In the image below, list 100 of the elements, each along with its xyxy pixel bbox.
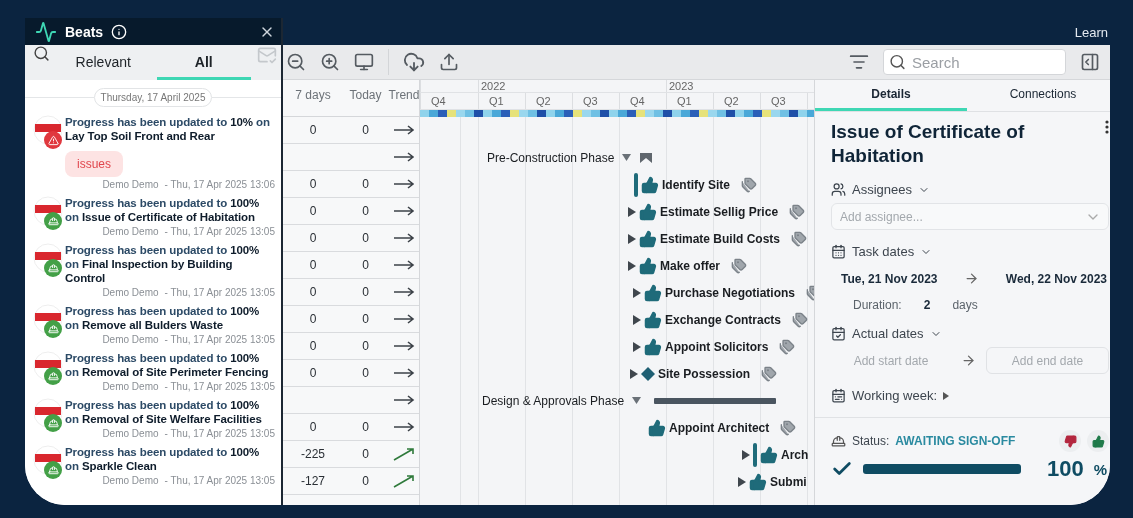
monitor-icon xyxy=(354,52,374,72)
mail-check-icon xyxy=(257,45,277,65)
info-button[interactable] xyxy=(111,23,128,40)
author-name: Demo Demo xyxy=(102,428,159,439)
table-cell-text: 0 xyxy=(308,420,318,434)
timestamp: - Thu, 17 Apr 2025 13:05 xyxy=(164,381,275,392)
search-icon xyxy=(889,53,906,71)
end-date[interactable]: Wed, 22 Nov 2023 xyxy=(1005,271,1107,286)
table-cell-text: 0 xyxy=(361,312,370,326)
task-label[interactable]: Appoint Solicitors xyxy=(665,339,769,354)
task-label[interactable]: Appoint Architect xyxy=(669,420,770,435)
task-title: Issue of Certificate of Habitation xyxy=(831,120,1026,168)
filter-button[interactable] xyxy=(849,52,869,72)
cloud-download-icon xyxy=(403,51,425,73)
table-cell-text: 0 xyxy=(361,474,370,488)
task-label[interactable]: Make offer xyxy=(660,258,721,273)
feed-tab[interactable]: Relevant xyxy=(56,45,151,80)
tags-icon[interactable] xyxy=(761,365,778,382)
tags-icon[interactable] xyxy=(789,203,806,220)
thumbs-up-icon xyxy=(648,418,666,437)
table-cell-text: 0 xyxy=(361,420,370,434)
beat-message[interactable]: Progress has been updated to 100% on Sparkle Clean xyxy=(65,445,275,473)
tags-icon[interactable] xyxy=(780,419,797,436)
tags-icon[interactable] xyxy=(741,176,757,193)
assignees-toggle[interactable]: Assignees xyxy=(831,182,930,197)
people-icon xyxy=(831,182,846,197)
thumbs-down-button[interactable] xyxy=(1059,430,1081,452)
beat-message[interactable]: Progress has been updated to 100% on Final Inspection by Building Control xyxy=(65,243,275,285)
trend-up-arrow-icon xyxy=(393,474,415,488)
thumbs-up-button[interactable] xyxy=(1087,430,1109,452)
assignee-field[interactable]: Add assignee... xyxy=(831,203,1109,230)
table-cell-text: 0 xyxy=(361,447,370,461)
thumbs-up-icon xyxy=(644,283,662,302)
tags-icon[interactable] xyxy=(792,311,809,328)
search-field[interactable]: Search xyxy=(883,49,1066,75)
zoom-out-button[interactable] xyxy=(286,52,306,72)
working-week-toggle[interactable]: Working week: xyxy=(831,388,949,403)
collapse-triangle-icon[interactable] xyxy=(632,397,642,404)
beat-message[interactable]: Progress has been updated to 10% on Lay Top Soil Front and Rear xyxy=(65,115,275,143)
panel-toggle-button[interactable] xyxy=(1080,52,1100,72)
timestamp: - Thu, 17 Apr 2025 13:06 xyxy=(164,179,275,190)
actual-dates-toggle[interactable]: Actual dates xyxy=(831,326,942,341)
task-label[interactable]: Site Possession xyxy=(658,366,751,381)
start-date-input[interactable]: Add start date xyxy=(831,347,951,374)
more-icon xyxy=(1105,120,1109,134)
thumbs-up-icon xyxy=(1091,434,1105,448)
zoom-in-icon xyxy=(320,52,340,72)
duration-value[interactable]: 2 xyxy=(923,298,931,312)
timestamp: - Thu, 17 Apr 2025 13:05 xyxy=(164,428,275,439)
task-label[interactable]: Submi xyxy=(770,474,807,489)
task-dates-toggle[interactable]: Task dates xyxy=(831,244,933,259)
thumbs-up-icon xyxy=(639,229,657,248)
table-cell-text: 0 xyxy=(361,366,370,380)
arrow-right-icon xyxy=(964,271,980,286)
tags-icon[interactable] xyxy=(791,230,808,247)
learn-link[interactable]: Learn xyxy=(1074,25,1108,40)
details-tab[interactable]: Connections xyxy=(967,80,1110,111)
task-label[interactable]: Identify Site xyxy=(662,177,730,192)
table-cell-text: 0 xyxy=(361,258,370,272)
table-cell-text: 0 xyxy=(308,258,318,272)
tags-icon[interactable] xyxy=(779,338,796,355)
milestone-diamond-icon[interactable] xyxy=(641,366,655,381)
fit-screen-button[interactable] xyxy=(354,52,374,72)
upload-button[interactable] xyxy=(439,52,459,72)
details-tab[interactable]: Details xyxy=(815,80,967,111)
phase-flag-icon[interactable] xyxy=(640,152,653,163)
task-bar[interactable] xyxy=(753,442,757,467)
thumbs-up-icon xyxy=(639,202,657,221)
task-label[interactable]: Arch xyxy=(781,447,809,462)
feed-tab[interactable]: All xyxy=(156,45,251,80)
quarter-label: Q3 xyxy=(572,93,619,109)
phase-summary-bar[interactable] xyxy=(654,397,777,404)
more-options-button[interactable] xyxy=(1105,120,1109,134)
thumbs-up-icon xyxy=(760,445,778,464)
start-date[interactable]: Tue, 21 Nov 2023 xyxy=(841,271,938,286)
search-icon xyxy=(33,45,50,62)
arrow-right-icon xyxy=(961,353,976,368)
tags-icon[interactable] xyxy=(731,257,748,274)
trend-flat-arrow-icon xyxy=(393,287,415,297)
beat-message[interactable]: Progress has been updated to 100% on Removal of Site Welfare Facilities xyxy=(65,398,275,426)
beat-message[interactable]: Progress has been updated to 100% on Removal of Site Perimeter Fencing xyxy=(65,351,275,379)
collapse-triangle-icon[interactable] xyxy=(622,154,632,161)
task-label[interactable]: Estimate Build Costs xyxy=(660,231,781,246)
task-label[interactable]: Exchange Contracts xyxy=(665,312,782,327)
column-header: 7 days xyxy=(294,88,332,102)
task-bar[interactable] xyxy=(634,172,638,197)
beat-message[interactable]: Progress has been updated to 100% on Issue of Certificate of Habitation xyxy=(65,196,275,224)
task-label[interactable]: Purchase Negotiations xyxy=(665,285,796,300)
zoom-in-button[interactable] xyxy=(320,52,340,72)
cloud-download-button[interactable] xyxy=(403,51,425,73)
author-name: Demo Demo xyxy=(102,287,159,298)
table-cell-text: 0 xyxy=(361,204,370,218)
calendar-check-icon xyxy=(831,326,846,341)
task-label[interactable]: Estimate Sellig Price xyxy=(660,204,779,219)
end-date-input[interactable]: Add end date xyxy=(986,347,1109,374)
progress-percent: 100 xyxy=(1047,456,1084,482)
beat-message[interactable]: Progress has been updated to 100% on Remove all Bulders Waste xyxy=(65,304,275,332)
filter-icon xyxy=(849,52,869,72)
table-cell-text: -225 xyxy=(300,447,326,461)
table-cell-text: 0 xyxy=(308,231,318,245)
